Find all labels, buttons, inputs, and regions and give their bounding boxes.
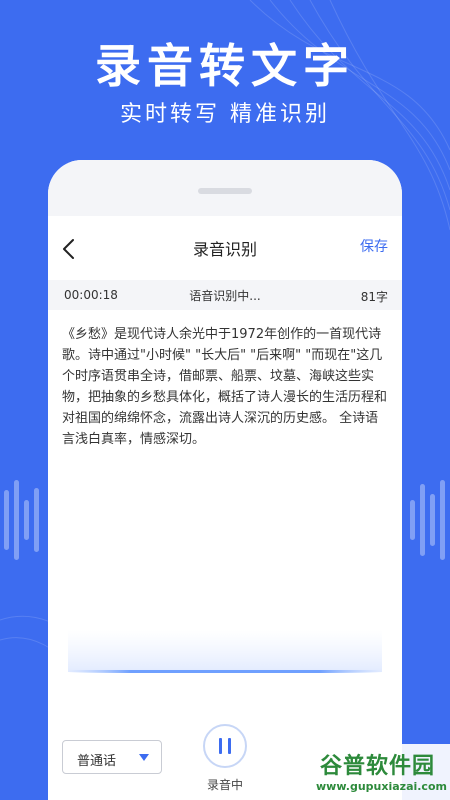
- phone-top: [48, 160, 402, 216]
- recognition-state: 语音识别中...: [189, 289, 261, 303]
- hero-title: 录音转文字: [95, 39, 355, 93]
- pause-record-button[interactable]: [203, 724, 247, 768]
- save-button[interactable]: 保存: [360, 236, 388, 256]
- dropdown-triangle-icon: [139, 754, 149, 761]
- phone-frame: 录音识别 保存 00:00:18 语音识别中... 81字 《乡愁》是现代诗人余…: [48, 160, 402, 800]
- watermark: 谷普软件园 www.gupuxiazai.com: [310, 744, 450, 800]
- recognition-status-bar: 00:00:18 语音识别中... 81字: [48, 280, 402, 310]
- watermark-title: 谷普软件园: [320, 754, 436, 779]
- navbar: 录音识别 保存: [48, 216, 402, 280]
- language-label: 普通话: [77, 754, 117, 769]
- pause-icon: [219, 738, 231, 754]
- page-title: 录音识别: [192, 240, 257, 259]
- language-select[interactable]: 普通话: [62, 740, 162, 774]
- char-count: 81字: [360, 290, 388, 304]
- phone-speaker: [198, 188, 252, 194]
- hero-subtitle: 实时转写 精准识别: [120, 102, 330, 127]
- transcript-text: 《乡愁》是现代诗人余光中于1972年创作的一首现代诗歌。诗中通过"小时候" "长…: [62, 327, 388, 447]
- watermark-url: www.gupuxiazai.com: [316, 780, 447, 793]
- audio-waveform: [48, 622, 402, 682]
